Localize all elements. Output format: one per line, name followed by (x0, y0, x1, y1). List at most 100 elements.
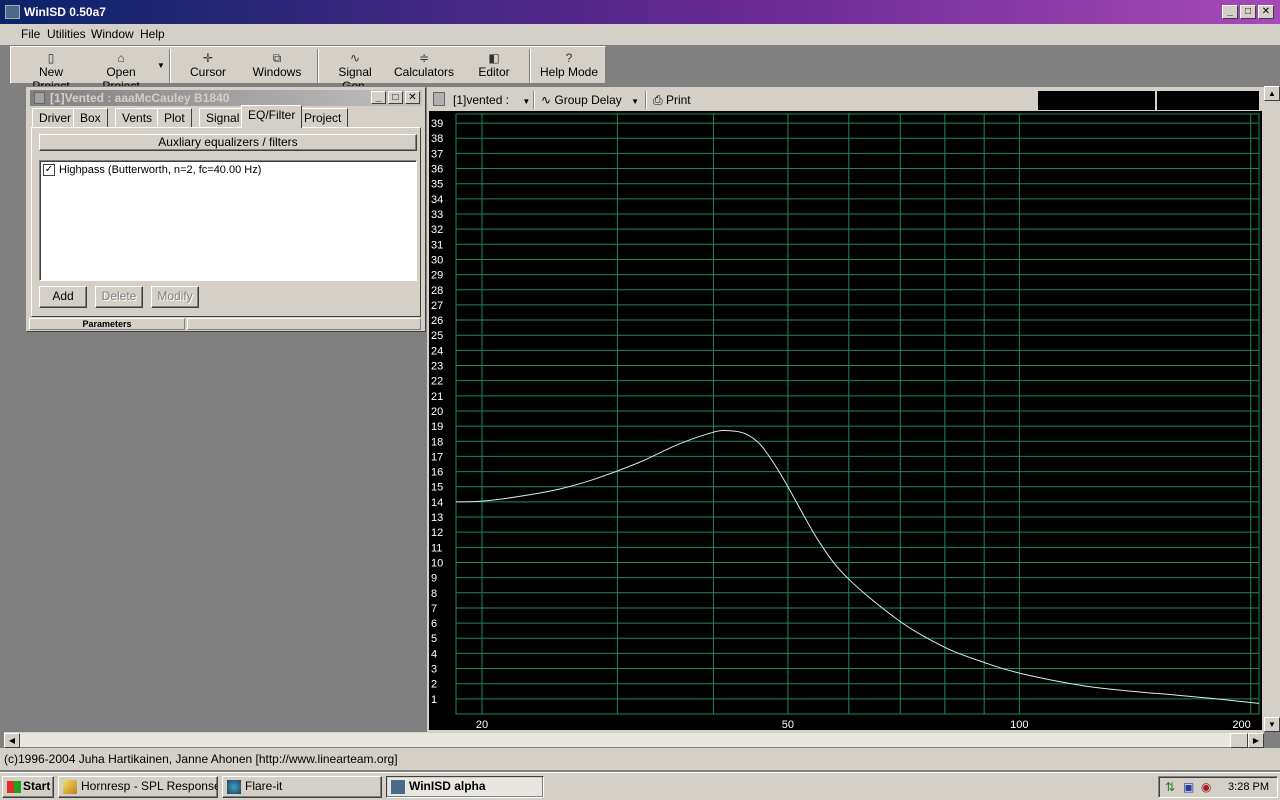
start-label: Start (23, 779, 51, 793)
menu-utilities[interactable]: Utilities (47, 27, 86, 41)
y-tick-label: 14 (431, 497, 443, 509)
filter-enabled-checkbox[interactable]: ✓ (43, 164, 55, 176)
scroll-up-arrow[interactable]: ▲ (1264, 86, 1280, 101)
close-button[interactable]: ✕ (1258, 5, 1274, 19)
x-tick-label: 50 (782, 719, 794, 730)
y-tick-label: 7 (431, 603, 437, 615)
tab-box[interactable]: Box (73, 108, 108, 128)
mdi-vertical-scrollbar[interactable]: ▲ ▼ (1264, 86, 1280, 732)
menu-help[interactable]: Help (140, 27, 165, 41)
menu-window[interactable]: Window (91, 27, 134, 41)
volume-icon[interactable]: ◉ (1201, 780, 1211, 794)
y-tick-label: 18 (431, 436, 443, 448)
crosshair-icon: ✛ (202, 51, 214, 65)
tab-plot[interactable]: Plot (157, 108, 192, 128)
chevron-down-icon: ▼ (631, 97, 640, 106)
clock: 3:28 PM (1228, 781, 1269, 793)
windows-button[interactable]: ⧉ Windows (249, 51, 305, 83)
network-icon[interactable]: ⇅ (1165, 780, 1175, 794)
child-minimize-button[interactable]: _ (371, 91, 386, 104)
graph-toolbar: [1]vented : ▼ ∿ Group Delay ▼ ⎙ Print (429, 89, 1262, 111)
project-window: [1]Vented : aaaMcCauley B1840 _ □ ✕ Driv… (26, 87, 426, 332)
help-mode-button[interactable]: ? Help Mode (539, 51, 599, 83)
menu-bar: File Utilities Window Help (0, 24, 1280, 45)
editor-button[interactable]: ◧ Editor (473, 51, 515, 83)
y-tick-label: 23 (431, 361, 443, 373)
printer-icon: ⎙ (653, 93, 663, 107)
y-tick-label: 38 (431, 133, 443, 145)
y-tick-label: 36 (431, 164, 443, 176)
group-delay-plot[interactable]: 1 2 3 4 5 6 7 8 9 10 11 12 13 14 15 16 17 18 19 20 21 22 23 24 2… (429, 111, 1262, 731)
sine-wave-icon: ∿ (541, 93, 552, 107)
taskbar-item-flare-it[interactable]: Flare-it (222, 776, 382, 798)
main-toolbar: ▯ New Project ⌂ Open Project ▼ ✛ Cursor … (10, 46, 606, 93)
print-label: Print (665, 93, 691, 107)
y-tick-label: 32 (431, 224, 443, 236)
y-tick-label: 33 (431, 209, 443, 221)
scroll-right-arrow[interactable]: ▶ (1248, 733, 1264, 748)
child-maximize-button[interactable]: □ (388, 91, 403, 104)
menu-file[interactable]: File (21, 27, 40, 41)
app-icon[interactable] (5, 5, 20, 19)
y-tick-label: 1 (431, 694, 437, 706)
folder-open-icon: ⌂ (117, 51, 125, 65)
calculator-icon: ≑ (418, 51, 430, 65)
maximize-button[interactable]: □ (1240, 5, 1256, 19)
tab-project[interactable]: Project (297, 108, 349, 128)
list-item[interactable]: ✓ Highpass (Butterworth, n=2, fc=40.00 H… (43, 164, 261, 176)
scroll-left-arrow[interactable]: ◀ (4, 733, 20, 748)
add-button[interactable]: Add (39, 286, 87, 308)
y-tick-label: 6 (431, 618, 437, 630)
calculators-button[interactable]: ≑ Calculators (393, 51, 455, 83)
project-window-title-text: [1]Vented : aaaMcCauley B1840 (50, 91, 230, 105)
taskbar-item-hornresp[interactable]: Hornresp - SPL Response (58, 776, 218, 798)
mdi-horizontal-scrollbar[interactable]: ◀ ▶ (4, 732, 1264, 748)
tab-driver[interactable]: Driver (32, 108, 78, 128)
open-project-button[interactable]: ⌂ Open Project (86, 51, 156, 93)
open-project-dropdown-arrow[interactable]: ▼ (156, 57, 166, 89)
parameters-label: Parameters (29, 318, 185, 330)
y-tick-label: 25 (431, 330, 443, 342)
scroll-down-arrow[interactable]: ▼ (1264, 717, 1280, 732)
taskbar-item-winisd[interactable]: WinISD alpha (386, 776, 544, 798)
graph-window: [1]vented : ▼ ∿ Group Delay ▼ ⎙ Print 1 2… (427, 87, 1264, 732)
graph-window-icon[interactable] (433, 92, 445, 106)
eq-filter-panel: Auxliary equalizers / filters ✓ Highpass… (31, 127, 421, 317)
signal-gen-button[interactable]: ∿ Signal Gen. (325, 51, 385, 93)
modify-button[interactable]: Modify (151, 286, 199, 308)
start-button[interactable]: Start (2, 776, 54, 798)
x-tick-label: 100 (1010, 719, 1028, 730)
taskbar-item-label: Flare-it (245, 779, 283, 793)
winisd-icon (391, 780, 405, 794)
minimize-button[interactable]: _ (1222, 5, 1238, 19)
y-tick-label: 22 (431, 376, 443, 388)
y-tick-label: 26 (431, 315, 443, 327)
y-tick-label: 34 (431, 194, 443, 206)
editor-icon: ◧ (488, 51, 500, 65)
tab-signal[interactable]: Signal (199, 108, 247, 128)
scroll-thumb[interactable] (1230, 733, 1248, 748)
system-tray: ⇅ ▣ ◉ 3:28 PM (1158, 776, 1278, 798)
new-document-icon: ▯ (47, 51, 55, 65)
display-icon[interactable]: ▣ (1183, 780, 1194, 794)
windows-label: Windows (252, 65, 302, 79)
windows-icon: ⧉ (272, 51, 282, 65)
y-tick-label: 31 (431, 239, 443, 251)
new-project-button[interactable]: ▯ New Project (19, 51, 83, 93)
aux-equalizers-header: Auxliary equalizers / filters (39, 134, 417, 151)
tab-vents[interactable]: Vents (115, 108, 160, 128)
y-tick-label: 10 (431, 557, 443, 569)
readout-box-2 (1157, 91, 1259, 110)
tab-eq-filter[interactable]: EQ/Filter (241, 105, 303, 128)
delete-button[interactable]: Delete (95, 286, 143, 308)
graph-type-select[interactable]: ∿ Group Delay ▼ (541, 93, 639, 107)
cursor-button[interactable]: ✛ Cursor (181, 51, 235, 83)
project-select[interactable]: [1]vented : ▼ (453, 93, 530, 107)
child-close-button[interactable]: ✕ (405, 91, 420, 104)
print-button[interactable]: ⎙ Print (653, 93, 691, 108)
filter-list[interactable]: ✓ Highpass (Butterworth, n=2, fc=40.00 H… (39, 160, 417, 281)
question-mark-icon: ? (565, 51, 573, 65)
copyright-text: (c)1996-2004 Juha Hartikainen, Janne Aho… (4, 752, 398, 766)
y-tick-label: 17 (431, 451, 443, 463)
y-tick-label: 29 (431, 270, 443, 282)
